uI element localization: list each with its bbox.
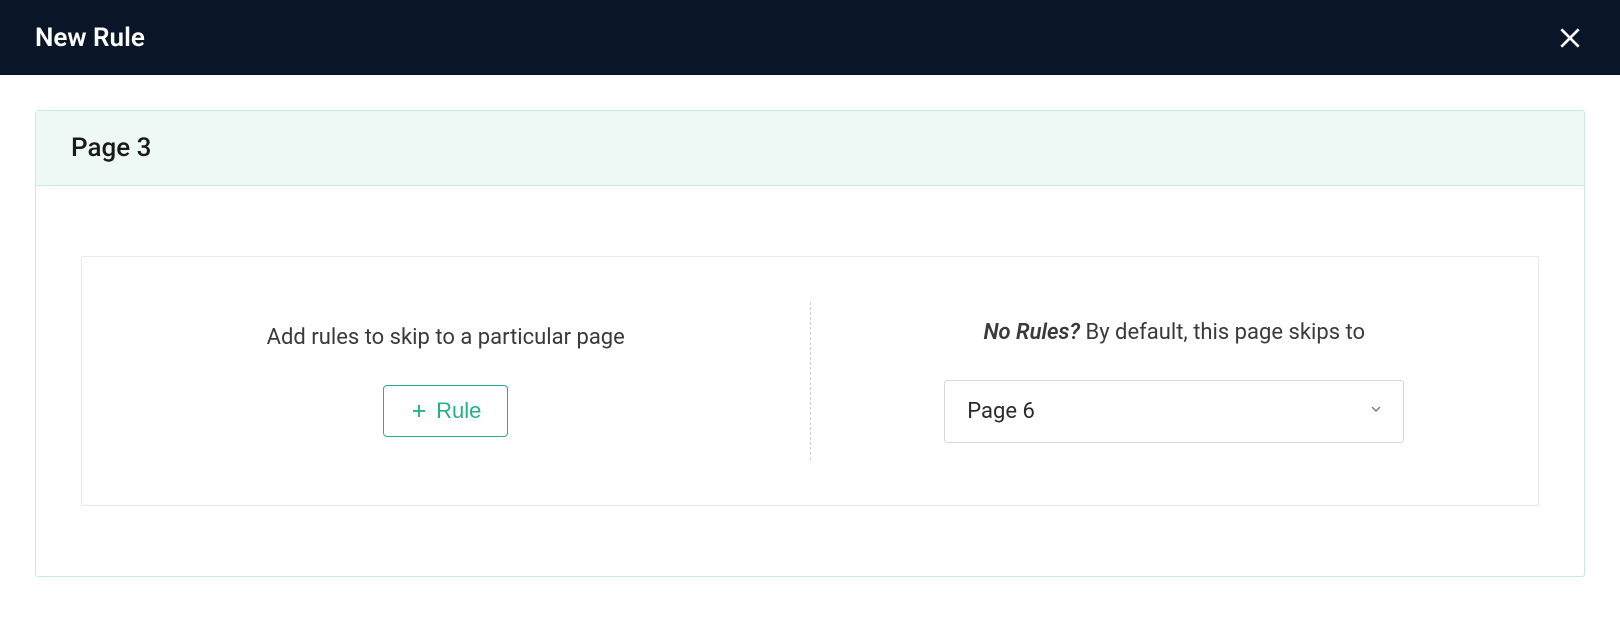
modal-header: New Rule	[0, 0, 1620, 75]
content-area: Page 3 Add rules to skip to a particular…	[0, 75, 1620, 577]
skip-target-select[interactable]: Page 6	[944, 380, 1404, 443]
card-body: Add rules to skip to a particular page R…	[36, 186, 1584, 576]
default-skip-suffix: By default, this page skips to	[1080, 320, 1365, 345]
rule-card: Page 3 Add rules to skip to a particular…	[35, 110, 1585, 577]
close-icon	[1557, 25, 1583, 51]
modal-title: New Rule	[35, 23, 145, 53]
add-rule-button-label: Rule	[436, 398, 481, 424]
default-skip-label: No Rules? By default, this page skips to	[983, 320, 1365, 345]
rule-config-box: Add rules to skip to a particular page R…	[81, 256, 1539, 506]
card-title: Page 3	[71, 133, 1549, 163]
plus-icon	[410, 402, 428, 420]
skip-target-select-wrap: Page 6	[944, 380, 1404, 443]
card-header: Page 3	[36, 111, 1584, 186]
add-rule-label: Add rules to skip to a particular page	[267, 325, 625, 350]
close-button[interactable]	[1555, 23, 1585, 53]
add-rule-section: Add rules to skip to a particular page R…	[82, 257, 810, 505]
default-skip-section: No Rules? By default, this page skips to…	[811, 257, 1539, 505]
no-rules-emphasis: No Rules?	[983, 320, 1080, 345]
add-rule-button[interactable]: Rule	[383, 385, 508, 437]
